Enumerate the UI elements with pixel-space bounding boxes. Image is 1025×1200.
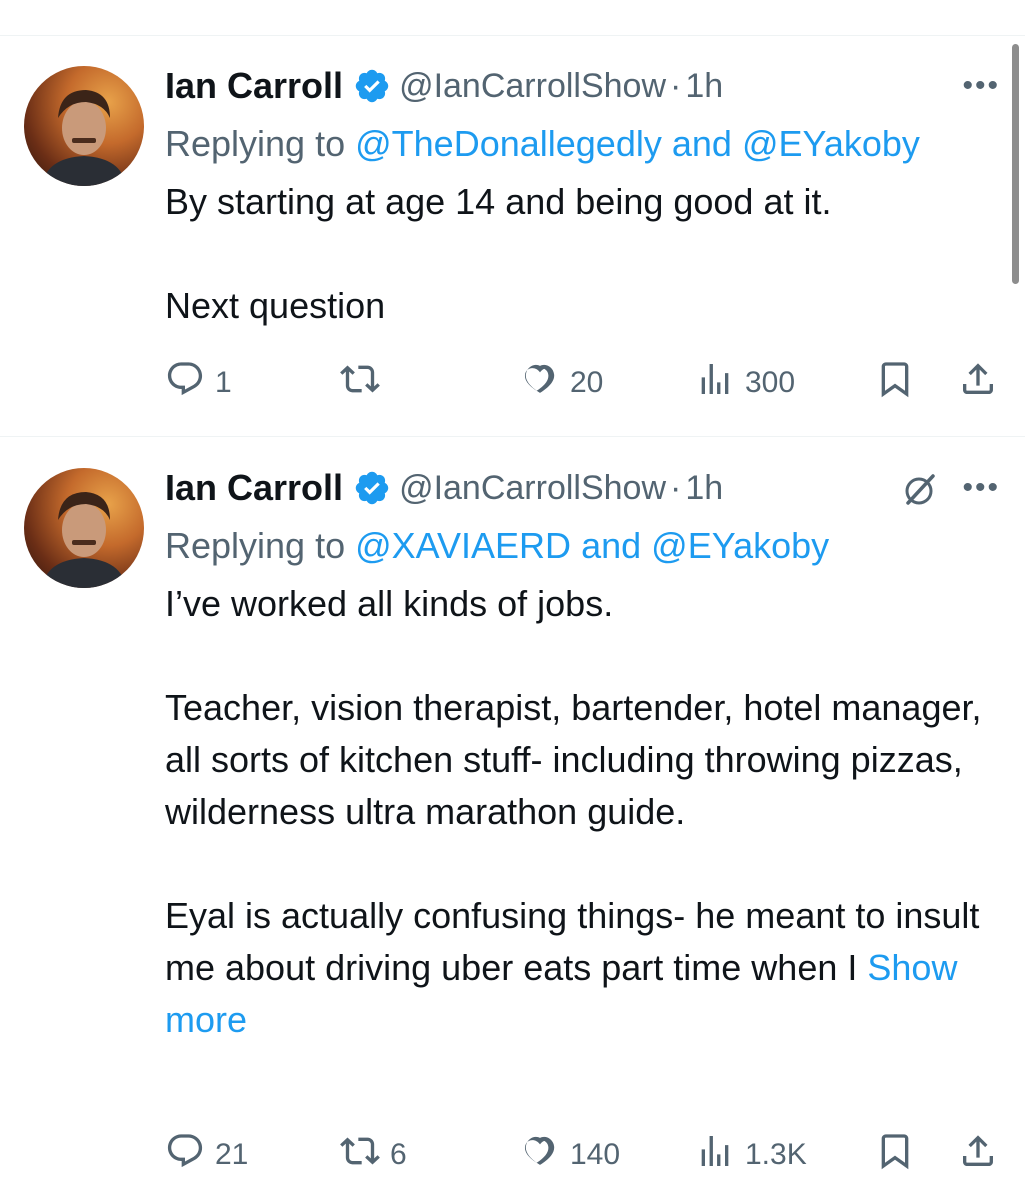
views-count: 1.3K: [745, 1138, 807, 1171]
views-count: 300: [745, 366, 796, 399]
tweet-paragraph: Eyal is actually confusing things- he me…: [165, 890, 1010, 1046]
tweet-paragraph: Next question: [165, 285, 386, 326]
separator: ·: [670, 468, 682, 507]
mention-link[interactable]: @EYakoby: [651, 525, 829, 566]
retweet-button[interactable]: 6: [340, 1130, 407, 1180]
author-handle[interactable]: @IanCarrollShow: [399, 469, 666, 508]
reply-icon: [165, 1131, 205, 1179]
timestamp[interactable]: 1h: [685, 67, 723, 106]
bookmark-button[interactable]: [875, 358, 915, 408]
retweet-icon: [340, 1131, 380, 1179]
replying-to: Replying to @TheDonallegedly and @EYakob…: [165, 118, 1010, 170]
tweet-text: By starting at age 14 and being good at …: [165, 176, 1010, 332]
author-name[interactable]: Ian Carroll: [165, 65, 343, 107]
tweet-header: Ian Carroll @IanCarrollShow · 1h •••: [165, 462, 1010, 514]
retweet-count: 6: [390, 1138, 407, 1171]
tweet-divider: [0, 436, 1025, 437]
heart-icon: [520, 1131, 560, 1179]
more-icon[interactable]: •••: [962, 71, 1000, 101]
verified-badge-icon: [353, 469, 391, 507]
tweet[interactable]: Ian Carroll @IanCarrollShow · 1h ••• Rep…: [0, 60, 1025, 430]
views-icon: [695, 1131, 735, 1179]
bookmark-button[interactable]: [875, 1130, 915, 1180]
views-button[interactable]: 1.3K: [695, 1130, 807, 1180]
tweet[interactable]: Ian Carroll @IanCarrollShow · 1h ••• Rep…: [0, 462, 1025, 1200]
reply-count: 21: [215, 1138, 249, 1171]
separator: ·: [670, 66, 682, 105]
author-handle[interactable]: @IanCarrollShow: [399, 67, 666, 106]
timestamp[interactable]: 1h: [685, 469, 723, 508]
reply-icon: [165, 359, 205, 407]
avatar[interactable]: [24, 468, 144, 588]
like-button[interactable]: 140: [520, 1130, 620, 1180]
like-count: 20: [570, 366, 604, 399]
verified-badge-icon: [353, 67, 391, 105]
mention-link[interactable]: @XAVIAERD: [355, 525, 571, 566]
tweet-paragraph: Teacher, vision therapist, bartender, ho…: [165, 687, 982, 832]
share-icon: [958, 359, 998, 407]
reply-button[interactable]: 21: [165, 1130, 248, 1180]
retweet-button[interactable]: [340, 358, 390, 408]
reply-joiner[interactable]: and: [672, 123, 732, 164]
mention-link[interactable]: @EYakoby: [742, 123, 920, 164]
retweet-icon: [340, 359, 380, 407]
grok-icon[interactable]: [900, 470, 940, 510]
bookmark-icon: [875, 359, 915, 407]
views-icon: [695, 359, 735, 407]
tweet-paragraph: I’ve worked all kinds of jobs.: [165, 583, 614, 624]
action-bar: 21 6 140 1.3K: [165, 1130, 1010, 1180]
share-button[interactable]: [958, 358, 998, 408]
top-divider: [0, 35, 1025, 36]
bookmark-icon: [875, 1131, 915, 1179]
author-name[interactable]: Ian Carroll: [165, 467, 343, 509]
avatar[interactable]: [24, 66, 144, 186]
mention-link[interactable]: @TheDonallegedly: [355, 123, 662, 164]
reply-prefix: Replying to: [165, 525, 346, 566]
reply-prefix: Replying to: [165, 123, 346, 164]
tweet-header: Ian Carroll @IanCarrollShow · 1h •••: [165, 60, 1010, 112]
action-bar: 1 20 300: [165, 358, 1010, 408]
views-button[interactable]: 300: [695, 358, 795, 408]
reply-joiner[interactable]: and: [581, 525, 641, 566]
reply-button[interactable]: 1: [165, 358, 232, 408]
tweet-text: I’ve worked all kinds of jobs. Teacher, …: [165, 578, 1010, 1046]
like-button[interactable]: 20: [520, 358, 603, 408]
replying-to: Replying to @XAVIAERD and @EYakoby: [165, 520, 1010, 572]
heart-icon: [520, 359, 560, 407]
more-icon[interactable]: •••: [962, 473, 1000, 503]
share-icon: [958, 1131, 998, 1179]
like-count: 140: [570, 1138, 621, 1171]
tweet-paragraph-text: Eyal is actually confusing things- he me…: [165, 895, 980, 988]
tweet-paragraph: By starting at age 14 and being good at …: [165, 181, 832, 222]
share-button[interactable]: [958, 1130, 998, 1180]
reply-count: 1: [215, 366, 232, 399]
